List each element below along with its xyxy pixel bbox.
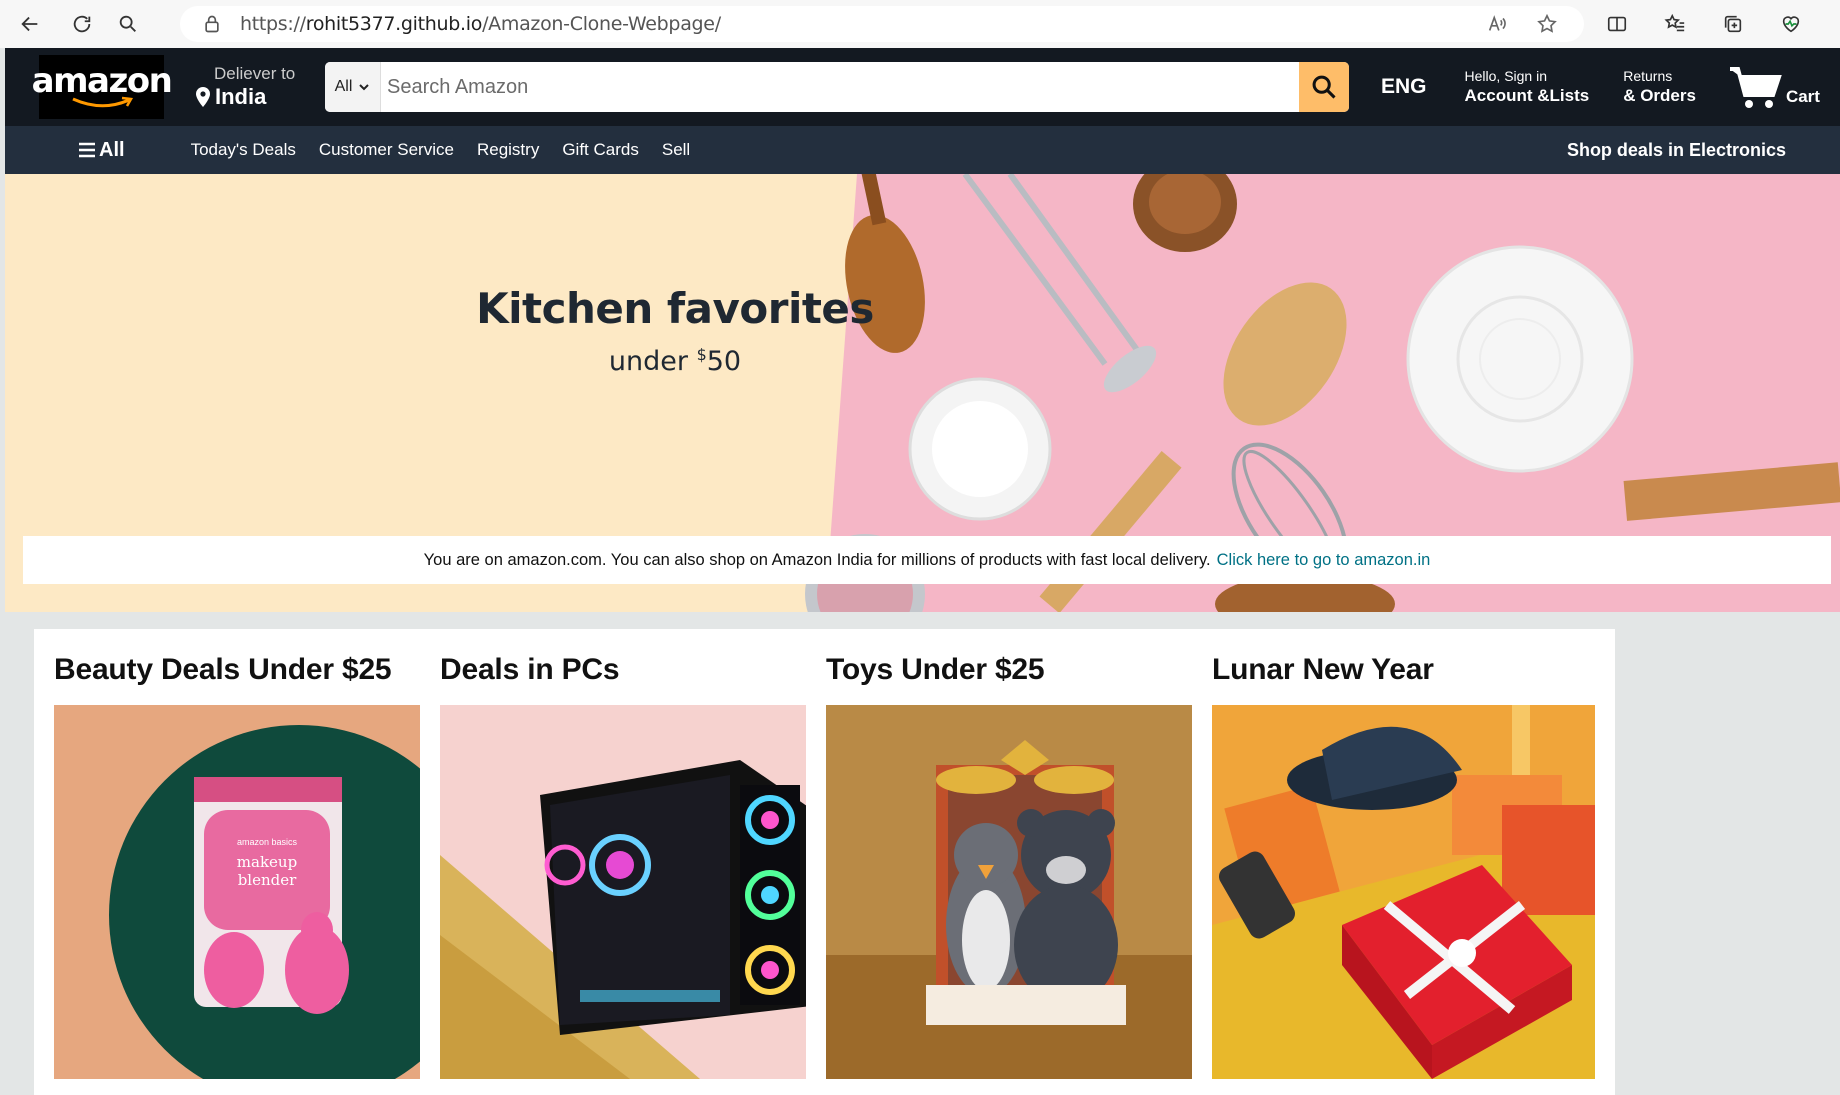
- cart-button[interactable]: Cart: [1728, 63, 1820, 111]
- browser-toolbar: https://rohit5377.github.io/Amazon-Clone…: [0, 0, 1840, 48]
- all-menu-button[interactable]: All: [77, 139, 125, 162]
- search-page-button[interactable]: [106, 4, 150, 44]
- gift-box-illustration: [1212, 705, 1595, 1079]
- subnav-links: Today's Deals Customer Service Registry …: [191, 140, 691, 160]
- account-lists[interactable]: Hello, Sign in Account &Lists: [1465, 68, 1590, 106]
- gaming-pc-image[interactable]: [440, 705, 823, 1079]
- collections-button[interactable]: [1712, 4, 1754, 44]
- search-input[interactable]: [381, 62, 1299, 112]
- location-pin-icon: [196, 87, 210, 107]
- card-title: Toys Under $25: [826, 653, 1045, 686]
- makeup-blender-image[interactable]: amazon basics makeup blender: [54, 705, 437, 1079]
- gaming-pc-illustration: [440, 705, 823, 1079]
- deal-card-toys[interactable]: Toys Under $25: [806, 629, 1229, 1095]
- deal-card-pcs[interactable]: Deals in PCs: [420, 629, 843, 1095]
- hero-subtitle-prefix: under: [608, 346, 697, 377]
- amazon-india-link[interactable]: Click here to go to amazon.in: [1217, 551, 1431, 570]
- favorites-list-icon: [1664, 13, 1685, 32]
- cart-icon: [1729, 67, 1782, 108]
- account-label: Account &Lists: [1464, 86, 1590, 105]
- smile-arrow-icon: [71, 96, 133, 108]
- hero-headline: Kitchen favorites under $50: [385, 284, 965, 377]
- amazon-logo[interactable]: amazon: [32, 54, 173, 120]
- subnav-link-registry[interactable]: Registry: [477, 140, 539, 160]
- read-aloud-icon[interactable]: [1486, 13, 1508, 35]
- arrow-left-icon: [21, 16, 38, 32]
- hamburger-menu-icon: [79, 142, 95, 158]
- subnav-link-gift-cards[interactable]: Gift Cards: [562, 140, 639, 160]
- package-name-line-2: blender: [238, 871, 297, 889]
- reload-icon: [73, 15, 91, 33]
- search-category-select[interactable]: All: [325, 62, 381, 112]
- collections-icon: [1724, 15, 1742, 33]
- heart-pulse-icon: [1782, 16, 1800, 33]
- search-category-label: All: [334, 78, 353, 95]
- sub-navigation: All Today's Deals Customer Service Regis…: [5, 126, 1840, 174]
- card-title: Deals in PCs: [440, 653, 620, 686]
- hero-price: 50: [706, 346, 742, 377]
- shop-section: Beauty Deals Under $25 amazon basics mak…: [5, 612, 1840, 1095]
- notice-text: You are on amazon.com. You can also shop…: [423, 550, 1211, 569]
- deliver-label: Deliever to: [214, 64, 296, 83]
- electronics-deals-link[interactable]: Shop deals in Electronics: [1567, 140, 1786, 161]
- search-bar: All: [325, 62, 1349, 112]
- account-greeting: Hello, Sign in: [1464, 68, 1548, 84]
- reload-button[interactable]: [60, 4, 104, 44]
- package-brand-text: amazon basics: [237, 837, 298, 847]
- hero-banner: Kitchen favorites under $50 You are on a…: [5, 174, 1840, 612]
- search-icon: [1312, 75, 1336, 99]
- address-bar[interactable]: https://rohit5377.github.io/Amazon-Clone…: [180, 6, 1584, 42]
- card-title: Beauty Deals Under $25: [54, 653, 392, 686]
- makeup-blender-illustration: amazon basics makeup blender: [54, 705, 437, 1079]
- orders-label: & Orders: [1623, 86, 1696, 105]
- hero-currency: $: [696, 345, 707, 364]
- chevron-down-icon: [359, 84, 370, 91]
- returns-orders[interactable]: Returns & Orders: [1623, 68, 1696, 106]
- hero-subtitle: under $50: [385, 345, 965, 377]
- language-selector[interactable]: ENG: [1381, 75, 1427, 99]
- lock-icon: [205, 15, 219, 33]
- favorite-star-icon[interactable]: [1536, 13, 1558, 35]
- cart-label: Cart: [1785, 87, 1820, 106]
- deal-card-beauty[interactable]: Beauty Deals Under $25 amazon basics mak…: [34, 629, 457, 1095]
- all-menu-label: All: [99, 138, 125, 161]
- deliver-location: India: [215, 84, 267, 109]
- browser-essentials-button[interactable]: [1770, 4, 1812, 44]
- subnav-link-sell[interactable]: Sell: [662, 140, 690, 160]
- returns-label: Returns: [1623, 68, 1673, 84]
- magnifier-icon: [119, 15, 136, 32]
- search-button[interactable]: [1299, 62, 1349, 112]
- hero-title: Kitchen favorites: [476, 284, 874, 333]
- deliver-to[interactable]: Deliever to India: [195, 64, 313, 110]
- url-text: https://rohit5377.github.io/Amazon-Clone…: [240, 13, 721, 35]
- package-name-line-1: makeup: [237, 853, 297, 871]
- favorites-button[interactable]: [1654, 4, 1696, 44]
- amazon-india-notice: You are on amazon.com. You can also shop…: [23, 536, 1831, 584]
- plush-toys-illustration: [826, 705, 1209, 1079]
- split-screen-icon: [1607, 16, 1627, 32]
- subnav-link-todays-deals[interactable]: Today's Deals: [191, 140, 296, 160]
- gift-box-image[interactable]: [1212, 705, 1595, 1079]
- card-title: Lunar New Year: [1212, 653, 1434, 686]
- logo-text: amazon: [31, 61, 173, 101]
- nav-top: amazon Deliever to India All Search Amaz…: [5, 48, 1840, 126]
- navbar: amazon Deliever to India All Search Amaz…: [5, 48, 1840, 174]
- split-screen-button[interactable]: [1596, 4, 1638, 44]
- amazon-page: amazon Deliever to India All Search Amaz…: [5, 48, 1840, 1095]
- back-button[interactable]: [8, 4, 52, 44]
- deal-card-lunar[interactable]: Lunar New Year: [1192, 629, 1615, 1095]
- plush-toys-image[interactable]: [826, 705, 1209, 1079]
- subnav-link-customer-service[interactable]: Customer Service: [319, 140, 454, 160]
